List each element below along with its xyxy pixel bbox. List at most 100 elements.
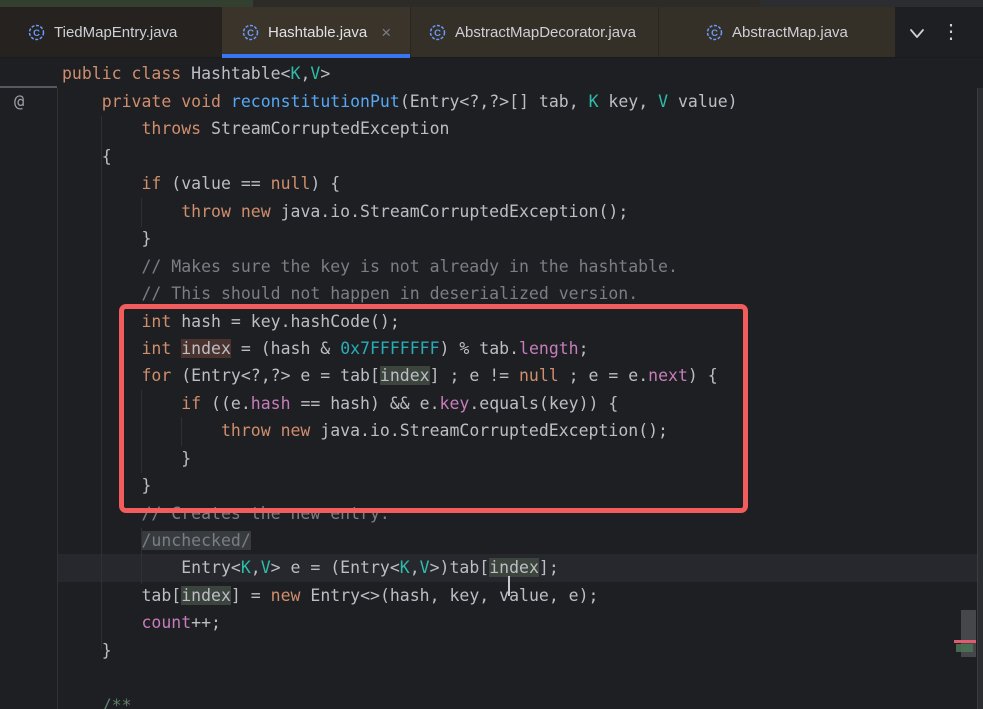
- code-line[interactable]: /unchecked/: [58, 527, 977, 554]
- indent-guide: [141, 198, 142, 227]
- ide-window: C TiedMapEntry.java C Hashtable.java × C Abstr…: [0, 0, 983, 709]
- tab-options-kebab-icon[interactable]: ⋮: [941, 19, 961, 44]
- code-line[interactable]: [58, 664, 977, 691]
- code-token: index: [181, 586, 231, 605]
- code-token: {: [102, 147, 112, 166]
- tab-label: AbstractMapDecorator.java: [455, 24, 636, 41]
- code-token: dex: [509, 558, 539, 577]
- scrollbar-track[interactable]: [977, 88, 983, 709]
- tab-abstractmap-java[interactable]: C AbstractMap.java: [658, 7, 895, 57]
- annotation-red-box: [119, 304, 748, 513]
- code-token: public: [62, 64, 122, 83]
- svg-text:C: C: [711, 28, 718, 39]
- editor-tab-bar: C TiedMapEntry.java C Hashtable.java × C Abstr…: [0, 7, 983, 58]
- code-token: K: [589, 92, 599, 111]
- code-token: >)tab[: [430, 558, 490, 577]
- code-line[interactable]: }: [58, 637, 977, 664]
- code-line[interactable]: tab[index] = new Entry<>(hash, key, valu…: [58, 582, 977, 609]
- svg-text:C: C: [247, 28, 254, 39]
- code-token: }: [102, 641, 112, 660]
- code-token: K: [291, 64, 301, 83]
- svg-text:C: C: [33, 28, 40, 39]
- code-token: (value ==: [161, 174, 270, 193]
- code-token: ,: [300, 64, 310, 83]
- tab-hashtable-java[interactable]: C Hashtable.java ×: [222, 7, 410, 57]
- code-token: Hashtable<: [181, 64, 290, 83]
- code-token: [171, 92, 181, 111]
- window-top-strip-right: [760, 0, 983, 7]
- code-token: new: [241, 202, 271, 221]
- code-token: value): [668, 92, 738, 111]
- window-top-strip-green: [0, 0, 253, 7]
- code-token: StreamCorruptedException: [201, 119, 449, 138]
- code-token: throws: [141, 119, 201, 138]
- sticky-class-declaration[interactable]: public class Hashtable<K,V>: [0, 58, 983, 88]
- code-token: V: [310, 64, 320, 83]
- code-line[interactable]: Entry<K,V> e = (Entry<K,V>)tab[index];: [58, 554, 977, 581]
- code-token: // Makes sure the key is not already in …: [141, 257, 677, 276]
- code-token: ) {: [310, 174, 340, 193]
- code-token: void: [181, 92, 221, 111]
- code-editor[interactable]: @ private void reconstitutionPut(Entry<?…: [0, 88, 983, 709]
- code-line[interactable]: // Makes sure the key is not already in …: [58, 253, 977, 280]
- code-token: reconstitutionPut: [231, 92, 400, 111]
- code-token: ,: [410, 558, 420, 577]
- code-token: K: [400, 558, 410, 577]
- tab-label: AbstractMap.java: [732, 24, 848, 41]
- code-token: new: [271, 586, 301, 605]
- code-token: (Entry<?,?>[] tab,: [400, 92, 589, 111]
- class-icon: C: [28, 24, 45, 41]
- code-token: ];: [539, 558, 559, 577]
- code-token: throw: [181, 202, 231, 221]
- code-token: Entry<>(hash, key, value, e);: [300, 586, 598, 605]
- code-token: K: [241, 558, 251, 577]
- code-token: java.io.StreamCorruptedException();: [271, 202, 629, 221]
- tab-label: Hashtable.java: [268, 24, 367, 41]
- code-token: [221, 92, 231, 111]
- svg-text:C: C: [434, 28, 441, 39]
- tab-abstractmapdecorator-java[interactable]: C AbstractMapDecorator.java: [410, 7, 658, 57]
- code-line[interactable]: }: [58, 225, 977, 252]
- code-token: /**: [102, 696, 132, 709]
- code-token: null: [271, 174, 311, 193]
- code-line[interactable]: if (value == null) {: [58, 170, 977, 197]
- tab-label: TiedMapEntry.java: [54, 24, 177, 41]
- code-token: private: [102, 92, 172, 111]
- error-stripe-green-mark[interactable]: [956, 644, 973, 652]
- code-token: Entry<: [181, 558, 241, 577]
- code-line[interactable]: throw new java.io.StreamCorruptedExcepti…: [58, 198, 977, 225]
- code-token: V: [261, 558, 271, 577]
- code-token: key,: [599, 92, 659, 111]
- code-token: V: [658, 92, 668, 111]
- code-token: }: [141, 229, 151, 248]
- tab-tiedmapentry-java[interactable]: C TiedMapEntry.java: [0, 7, 222, 57]
- code-token: if: [141, 174, 161, 193]
- class-icon: C: [242, 24, 259, 41]
- code-token: V: [420, 558, 430, 577]
- indent-guide: [101, 116, 102, 649]
- code-line[interactable]: private void reconstitutionPut(Entry<?,?…: [58, 88, 977, 115]
- code-line[interactable]: {: [58, 143, 977, 170]
- code-token: /unchecked/: [141, 531, 250, 550]
- tab-close-icon[interactable]: ×: [381, 24, 391, 41]
- code-line[interactable]: /**: [58, 692, 977, 709]
- code-line[interactable]: count++;: [58, 609, 977, 636]
- indent-guide: [141, 528, 142, 584]
- code-token: count: [141, 613, 191, 632]
- code-token: class: [132, 64, 182, 83]
- code-token: ++;: [191, 613, 221, 632]
- code-token: >: [320, 64, 330, 83]
- code-token: [122, 64, 132, 83]
- code-token: tab[: [141, 586, 181, 605]
- class-icon: C: [429, 24, 446, 41]
- class-icon: C: [706, 24, 723, 41]
- show-hidden-tabs-chevron-icon[interactable]: [903, 25, 931, 48]
- sticky-code-line[interactable]: public class Hashtable<K,V>: [62, 60, 330, 87]
- code-token: [231, 202, 241, 221]
- code-token: // This should not happen in deserialize…: [141, 284, 638, 303]
- window-top-strip-mid: [253, 0, 760, 7]
- code-line[interactable]: throws StreamCorruptedException: [58, 115, 977, 142]
- code-token: in: [489, 558, 509, 577]
- code-token: > e = (Entry<: [271, 558, 400, 577]
- error-stripe-pink-mark[interactable]: [954, 640, 976, 643]
